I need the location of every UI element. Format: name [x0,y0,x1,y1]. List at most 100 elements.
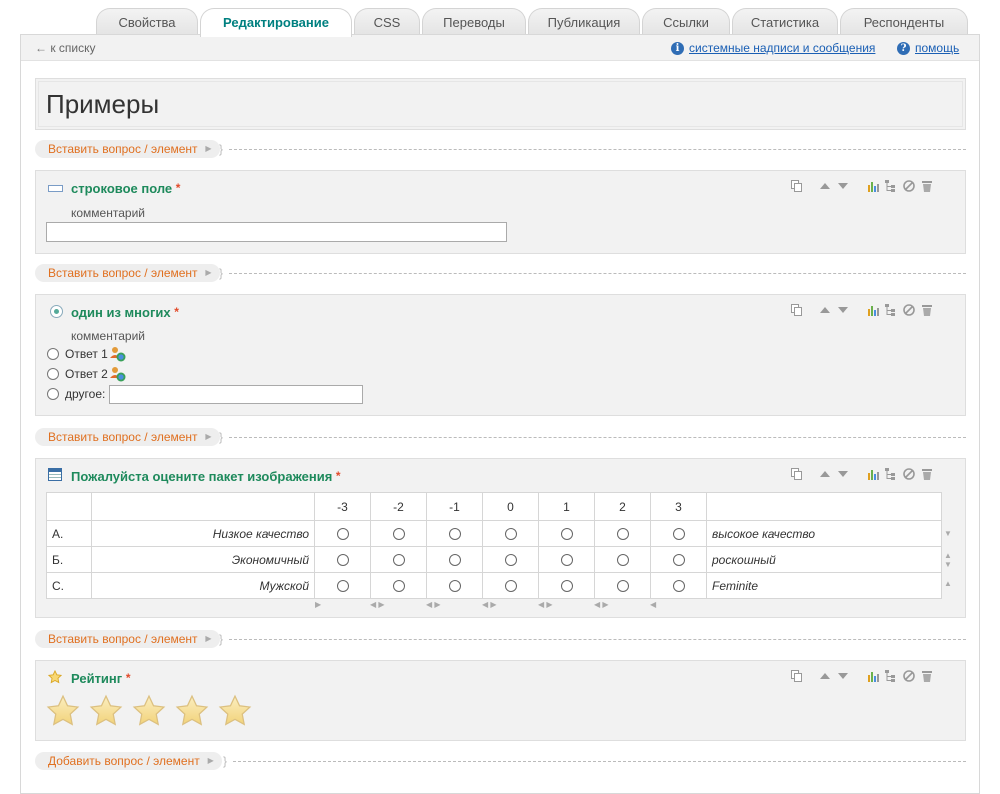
matrix-radio[interactable] [616,528,629,541]
matrix-radio[interactable] [448,528,461,541]
users-icon[interactable] [110,346,126,362]
delete-icon[interactable] [921,468,933,480]
move-up-icon[interactable] [819,468,831,480]
move-down-icon[interactable] [837,304,849,316]
tab-publication[interactable]: Публикация [528,8,640,35]
move-row-icon[interactable]: ▲ ▼ [944,551,952,569]
add-element-button[interactable]: Добавить вопрос / элемент ▶ [35,752,222,770]
move-column-icon[interactable]: ◀ ▶ [482,600,497,609]
statistics-icon[interactable] [867,180,879,192]
matrix-radio[interactable] [336,528,349,541]
rating-star[interactable] [132,694,166,728]
copy-icon[interactable] [791,468,803,480]
copy-icon[interactable] [791,180,803,192]
question-title[interactable]: строковое поле * [71,181,180,196]
scale-header: -1 [426,492,483,521]
insert-element-button[interactable]: Вставить вопрос / элемент ▶ [35,140,220,158]
move-up-icon[interactable] [819,180,831,192]
other-answer-input[interactable] [109,385,363,404]
help-link[interactable]: помощь [915,41,959,55]
matrix-radio[interactable] [504,528,517,541]
delete-icon[interactable] [921,670,933,682]
statistics-icon[interactable] [867,468,879,480]
matrix-radio[interactable] [448,554,461,567]
copy-icon[interactable] [791,670,803,682]
tab-respondents[interactable]: Респонденты [840,8,968,35]
tab-statistics[interactable]: Статистика [732,8,838,35]
back-to-list-link[interactable]: ← к списку [35,41,96,55]
matrix-radio[interactable] [448,580,461,593]
disable-icon[interactable] [903,304,915,316]
matrix-radio[interactable] [336,580,349,593]
radio-option-2[interactable] [47,368,59,380]
matrix-radio[interactable] [672,580,685,593]
question-text-field[interactable]: строковое поле * комментарий [35,170,966,254]
move-column-icon[interactable]: ◀ ▶ [594,600,609,609]
matrix-radio[interactable] [672,528,685,541]
rating-star[interactable] [89,694,123,728]
move-down-icon[interactable] [837,468,849,480]
question-title[interactable]: Пожалуйста оцените пакет изображения * [71,469,341,484]
matrix-radio[interactable] [560,528,573,541]
matrix-radio[interactable] [392,528,405,541]
matrix-radio[interactable] [672,554,685,567]
rating-star[interactable] [218,694,252,728]
matrix-radio[interactable] [504,554,517,567]
scale-header: 2 [594,492,651,521]
question-matrix[interactable]: Пожалуйста оцените пакет изображения * -… [35,458,966,618]
rating-star[interactable] [175,694,209,728]
move-up-icon[interactable] [819,304,831,316]
branching-icon[interactable] [885,180,897,192]
delete-icon[interactable] [921,180,933,192]
system-labels-link[interactable]: системные надписи и сообщения [689,41,875,55]
matrix-radio[interactable] [616,554,629,567]
users-icon[interactable] [110,366,126,382]
tab-properties[interactable]: Свойства [96,8,198,35]
insert-element-button[interactable]: Вставить вопрос / элемент ▶ [35,264,220,282]
matrix-radio[interactable] [616,580,629,593]
disable-icon[interactable] [903,670,915,682]
survey-title-box[interactable]: Примеры [35,78,966,130]
copy-icon[interactable] [791,304,803,316]
move-column-icon[interactable]: ◀ ▶ [426,600,441,609]
move-down-icon[interactable] [837,670,849,682]
move-down-icon[interactable] [837,180,849,192]
rating-star[interactable] [46,694,80,728]
question-rating[interactable]: Рейтинг * [35,660,966,741]
question-single-choice[interactable]: один из многих * комментарий Ответ 1 Отв… [35,294,966,416]
move-row-up-icon[interactable]: ▲ [944,579,952,588]
move-row-down-icon[interactable]: ▼ [944,529,952,538]
branching-icon[interactable] [885,304,897,316]
branching-icon[interactable] [885,670,897,682]
move-column-icon[interactable]: ▶ [315,600,321,609]
insert-element-button[interactable]: Вставить вопрос / элемент ▶ [35,428,220,446]
matrix-radio[interactable] [560,554,573,567]
statistics-icon[interactable] [867,304,879,316]
move-up-icon[interactable] [819,670,831,682]
question-title[interactable]: Рейтинг * [71,671,131,686]
question-title[interactable]: один из многих * [71,305,179,320]
required-marker: * [175,181,181,195]
insert-element-button[interactable]: Вставить вопрос / элемент ▶ [35,630,220,648]
matrix-radio[interactable] [392,580,405,593]
text-answer-input[interactable] [46,222,507,242]
disable-icon[interactable] [903,468,915,480]
matrix-radio[interactable] [392,554,405,567]
tab-editing[interactable]: Редактирование [200,8,352,37]
delete-icon[interactable] [921,304,933,316]
matrix-radio[interactable] [560,580,573,593]
tab-translations[interactable]: Переводы [422,8,526,35]
radio-option-other[interactable] [47,388,59,400]
tab-links[interactable]: Ссылки [642,8,730,35]
disable-icon[interactable] [903,180,915,192]
matrix-radio[interactable] [504,580,517,593]
matrix-radio[interactable] [336,554,349,567]
insert-bar: Вставить вопрос / элемент ▶ } [35,428,966,446]
statistics-icon[interactable] [867,670,879,682]
move-column-icon[interactable]: ◀ ▶ [538,600,553,609]
tab-css[interactable]: CSS [354,8,420,35]
branching-icon[interactable] [885,468,897,480]
radio-option-1[interactable] [47,348,59,360]
move-column-icon[interactable]: ◀ [650,600,656,609]
move-column-icon[interactable]: ◀ ▶ [370,600,385,609]
